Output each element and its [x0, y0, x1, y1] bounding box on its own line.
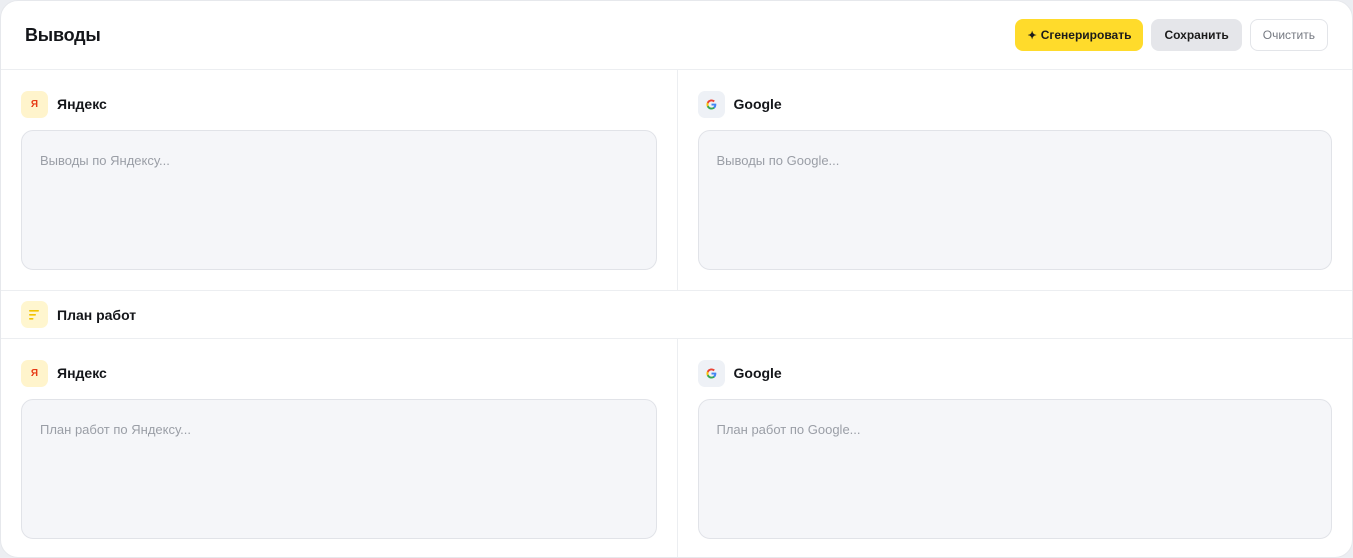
conclusions-yandex: Я Яндекс	[1, 70, 677, 290]
list-icon	[21, 301, 48, 328]
yandex-label: Я Яндекс	[21, 90, 657, 118]
plan-title: План работ	[57, 306, 137, 323]
card-header: Выводы ✦ Сгенерировать Сохранить Очистит…	[1, 1, 1352, 70]
plan-row: Я Яндекс Google	[1, 339, 1353, 557]
google-label: Google	[697, 359, 1333, 387]
clear-button[interactable]: Очистить	[1249, 19, 1328, 51]
conclusions-card: Выводы ✦ Сгенерировать Сохранить Очистит…	[0, 0, 1353, 558]
sparkle-icon: ✦	[1027, 29, 1037, 42]
yandex-icon: Я	[21, 359, 48, 387]
google-label-text: Google	[733, 365, 782, 381]
google-icon	[697, 359, 725, 387]
google-label-text: Google	[733, 96, 782, 112]
plan-section-header: План работ	[1, 291, 1352, 339]
conclusions-google: Google	[676, 70, 1353, 290]
google-label: Google	[697, 90, 1333, 118]
yandex-icon: Я	[21, 90, 48, 118]
generate-button[interactable]: ✦ Сгенерировать	[1015, 19, 1144, 51]
page-title: Выводы	[25, 24, 101, 45]
save-button[interactable]: Сохранить	[1151, 19, 1242, 51]
plan-label: План работ	[21, 301, 136, 329]
plan-google-input[interactable]	[697, 399, 1332, 539]
yandex-label: Я Яндекс	[21, 359, 657, 387]
plan-google: Google	[676, 339, 1353, 557]
google-icon	[697, 90, 725, 118]
plan-yandex: Я Яндекс	[1, 339, 677, 557]
conclusions-row: Я Яндекс Google	[1, 70, 1352, 291]
header-actions: ✦ Сгенерировать Сохранить Очистить	[1015, 19, 1328, 51]
yandex-label-text: Яндекс	[57, 365, 107, 381]
plan-yandex-input[interactable]	[21, 399, 657, 539]
conclusions-google-input[interactable]	[697, 130, 1332, 270]
conclusions-yandex-input[interactable]	[21, 130, 657, 270]
generate-button-label: Сгенерировать	[1040, 28, 1132, 42]
yandex-label-text: Яндекс	[57, 96, 107, 112]
